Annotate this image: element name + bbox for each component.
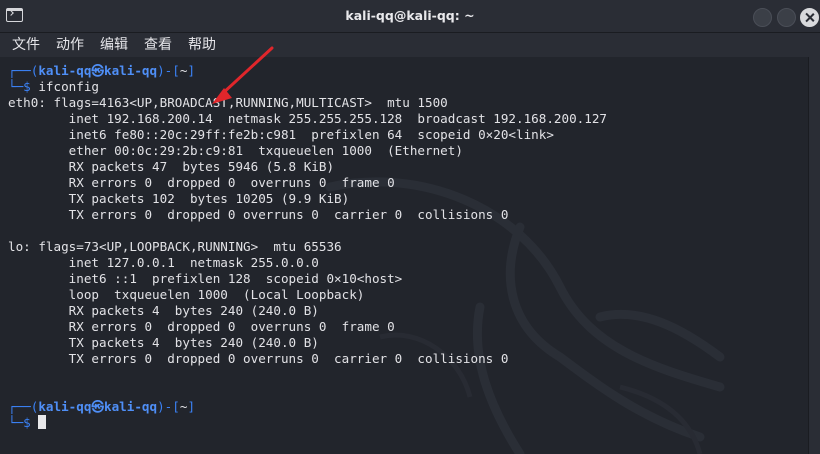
prompt-at: ㉿: [91, 63, 105, 78]
prompt-user: kali-qq: [38, 63, 92, 78]
output-line: RX errors 0 dropped 0 overruns 0 frame 0: [8, 175, 395, 190]
output-line: TX errors 0 dropped 0 overruns 0 carrier…: [8, 207, 509, 222]
terminal-output-area[interactable]: ┌──(kali-qq㉿kali-qq)-[~] └─$ ifconfig et…: [0, 57, 808, 454]
prompt-line-1: ┌──(kali-qq㉿kali-qq)-[~]: [8, 63, 196, 78]
prompt-at: ㉿: [91, 399, 105, 414]
vertical-scrollbar[interactable]: [808, 57, 820, 454]
output-line: inet6 ::1 prefixlen 128 scopeid 0×10<hos…: [8, 271, 403, 286]
window-title: kali-qq@kali-qq: ~: [345, 8, 475, 23]
output-line: TX packets 102 bytes 10205 (9.9 KiB): [8, 191, 350, 206]
prompt-host: kali-qq: [104, 63, 158, 78]
command-text: ifconfig: [38, 79, 100, 94]
text-cursor: [38, 415, 47, 429]
terminal-window: kali-qq@kali-qq: ~ 文件 动作 编辑 查看 帮助 ┌──(ka…: [0, 0, 820, 454]
output-line: RX errors 0 dropped 0 overruns 0 frame 0: [8, 319, 395, 334]
output-line: inet 192.168.200.14 netmask 255.255.255.…: [8, 111, 607, 126]
menu-edit[interactable]: 编辑: [100, 35, 128, 55]
menu-file[interactable]: 文件: [12, 35, 40, 55]
maximize-button[interactable]: [777, 8, 796, 27]
title-bar[interactable]: kali-qq@kali-qq: ~: [0, 0, 820, 33]
output-line: TX errors 0 dropped 0 overruns 0 carrier…: [8, 351, 509, 366]
output-line: ether 00:0c:29:2b:c9:81 txqueuelen 1000 …: [8, 143, 463, 158]
menu-help[interactable]: 帮助: [188, 35, 216, 55]
prompt-user: kali-qq: [38, 399, 92, 414]
output-line: inet6 fe80::20c:29ff:fe2b:c981 prefixlen…: [8, 127, 554, 142]
minimize-button[interactable]: [753, 8, 772, 27]
terminal-lines: ┌──(kali-qq㉿kali-qq)-[~] └─$ ifconfig et…: [8, 63, 607, 431]
command-line: └─$ ifconfig: [8, 79, 100, 94]
input-line[interactable]: └─$: [8, 415, 607, 431]
menu-bar: 文件 动作 编辑 查看 帮助: [0, 33, 820, 57]
menu-actions[interactable]: 动作: [56, 35, 84, 55]
output-line: RX packets 4 bytes 240 (240.0 B): [8, 303, 319, 318]
prompt-host: kali-qq: [104, 399, 158, 414]
output-line: eth0: flags=4163<UP,BROADCAST,RUNNING,MU…: [8, 95, 448, 110]
output-line: RX packets 47 bytes 5946 (5.8 KiB): [8, 159, 335, 174]
prompt-line-2: ┌──(kali-qq㉿kali-qq)-[~]: [8, 399, 196, 414]
output-line: lo: flags=73<UP,LOOPBACK,RUNNING> mtu 65…: [8, 239, 342, 254]
output-line: inet 127.0.0.1 netmask 255.0.0.0: [8, 255, 319, 270]
output-line: TX packets 4 bytes 240 (240.0 B): [8, 335, 319, 350]
output-line: loop txqueuelen 1000 (Local Loopback): [8, 287, 365, 302]
menu-view[interactable]: 查看: [144, 35, 172, 55]
close-button[interactable]: [800, 8, 819, 27]
